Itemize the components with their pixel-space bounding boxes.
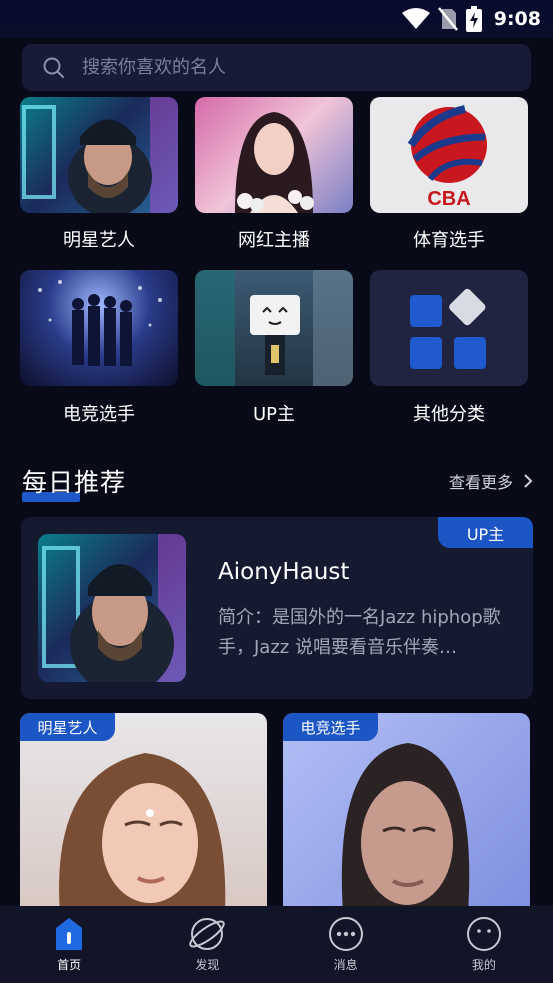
category-card-up[interactable] — [195, 270, 353, 386]
star-artist-image — [22, 97, 178, 213]
category-card-sports[interactable]: CBA — [370, 97, 528, 213]
status-time: 9:08 — [493, 8, 541, 30]
recommend-card[interactable]: UP主 AionyHaust 简介：是国外的一名Jazz hiphop歌手，Ja… — [21, 517, 533, 699]
influencer-image — [235, 112, 314, 213]
photo-card-esports[interactable]: 电竞选手 — [283, 713, 530, 913]
wifi-icon — [401, 8, 430, 29]
category-label-influencer: 网红主播 — [238, 230, 310, 251]
search-icon — [43, 57, 64, 78]
category-label-other: 其他分类 — [413, 404, 485, 425]
tab-profile-label: 我的 — [471, 958, 496, 972]
category-label-sports: 体育选手 — [413, 230, 485, 251]
category-card-star[interactable] — [20, 97, 178, 213]
recommend-avatar — [38, 534, 186, 682]
view-more-link[interactable]: 查看更多 — [449, 469, 533, 493]
photo-card-badge: 电竞选手 — [283, 713, 378, 741]
esports-image — [38, 280, 162, 366]
photo-card-star[interactable]: 明星艺人 — [20, 713, 267, 913]
no-sim-icon — [437, 7, 458, 31]
up-creator-image — [195, 270, 353, 386]
home-icon — [56, 918, 83, 950]
tab-home-label: 首页 — [57, 958, 82, 972]
tab-messages[interactable]: 消息 — [277, 906, 415, 983]
svg-text:CBA: CBA — [427, 188, 470, 210]
chevron-right-icon — [524, 474, 533, 488]
esports-photo — [341, 743, 470, 913]
tab-messages-label: 消息 — [333, 958, 358, 972]
category-label-star: 明星艺人 — [63, 230, 135, 251]
bottom-tab-bar: 首页 发现 消息 我的 — [0, 906, 553, 983]
search-input[interactable] — [82, 57, 482, 78]
status-bar: 9:08 — [0, 0, 553, 38]
category-card-esports[interactable] — [20, 270, 178, 386]
message-icon — [328, 917, 363, 951]
category-label-up: UP主 — [252, 404, 296, 425]
planet-icon — [189, 918, 226, 950]
search-bar[interactable] — [22, 44, 531, 91]
star-photo — [59, 753, 226, 913]
tab-discover-label: 发现 — [195, 958, 220, 972]
recommend-name: AionyHaust — [218, 559, 350, 585]
category-label-esports: 电竞选手 — [63, 404, 135, 425]
recommend-description: 简介：是国外的一名Jazz hiphop歌手，Jazz 说唱要看音乐伴奏… — [218, 607, 501, 658]
battery-charging-icon — [465, 6, 482, 32]
cba-logo: CBA — [407, 105, 487, 210]
category-card-influencer[interactable] — [195, 97, 353, 213]
other-category-icon — [410, 288, 486, 369]
photo-card-badge: 明星艺人 — [20, 713, 115, 741]
view-more-label: 查看更多 — [448, 473, 513, 492]
tab-profile[interactable]: 我的 — [415, 906, 553, 983]
recommend-badge: UP主 — [438, 517, 533, 548]
category-card-other[interactable] — [370, 270, 528, 386]
status-icons: 9:08 — [401, 6, 541, 32]
section-title: 每日推荐 — [22, 468, 127, 497]
tab-discover[interactable]: 发现 — [138, 906, 276, 983]
tab-home[interactable]: 首页 — [0, 906, 138, 983]
profile-icon — [466, 917, 501, 951]
